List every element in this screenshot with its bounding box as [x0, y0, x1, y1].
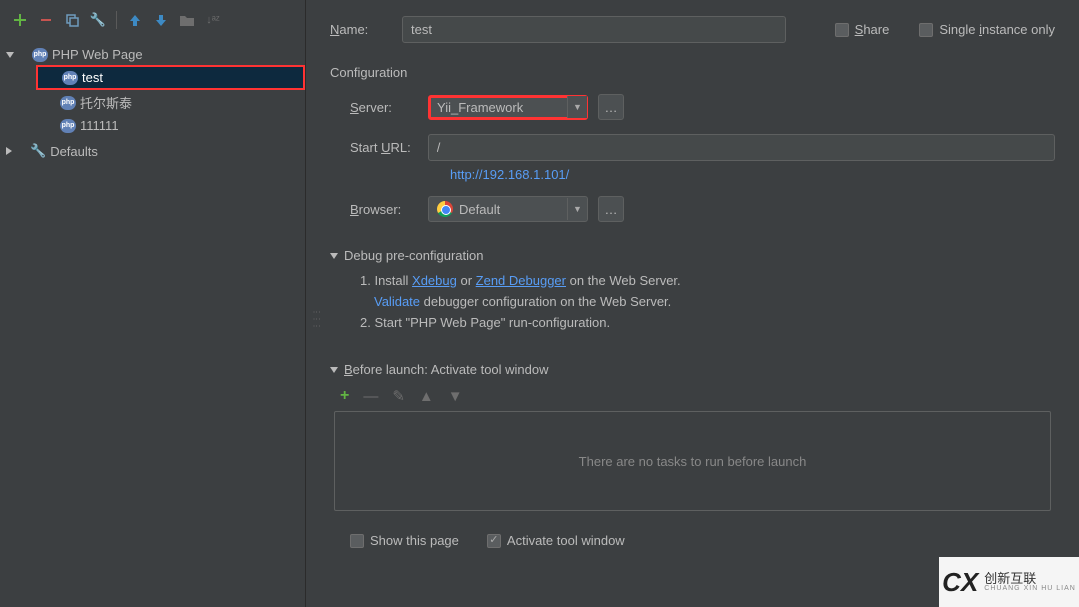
before-launch-toolbar: + — ✎ ▲ ▼	[340, 387, 1055, 405]
browser-more-button[interactable]: …	[598, 196, 624, 222]
chrome-icon	[437, 201, 453, 217]
name-input[interactable]	[402, 16, 786, 43]
tree-item-test[interactable]: php test	[36, 65, 305, 90]
folder-icon[interactable]	[179, 12, 195, 28]
share-label: Share	[855, 22, 890, 37]
chevron-down-icon: ▼	[567, 96, 587, 118]
php-icon: php	[60, 96, 76, 110]
server-more-button[interactable]: …	[598, 94, 624, 120]
tree-item-111111[interactable]: php 111111	[36, 115, 305, 136]
watermark-logo: CX	[942, 567, 978, 598]
server-select[interactable]: Yii_Framework ▼	[428, 95, 588, 120]
debug-validate-line: Validate debugger configuration on the W…	[374, 294, 1055, 309]
config-tree: php PHP Web Page php test php 托尔斯泰 php 1…	[0, 40, 305, 607]
before-launch-title: Before launch: Activate tool window	[344, 362, 549, 377]
configuration-title: Configuration	[330, 65, 1055, 80]
remove-icon[interactable]	[38, 12, 54, 28]
sidebar: 🔧 ↓ᵃᶻ php PHP Web Page php test php	[0, 0, 306, 607]
resolved-url: http://192.168.1.101/	[450, 167, 1055, 182]
tree-item-label: 托尔斯泰	[80, 93, 132, 112]
activate-tool-checkbox[interactable]: Activate tool window	[487, 533, 625, 548]
checkbox-icon	[919, 23, 933, 37]
drag-handle-icon[interactable]: ⋮⋮⋮	[312, 308, 321, 329]
tree-item-label: 111111	[80, 118, 119, 133]
copy-icon[interactable]	[64, 12, 80, 28]
browser-value: Default	[459, 202, 555, 217]
add-icon[interactable]	[12, 12, 28, 28]
debug-steps-list: 1. Install Xdebug or Zend Debugger on th…	[360, 273, 1055, 336]
expand-icon	[6, 147, 12, 155]
separator	[116, 11, 117, 29]
debug-step-2: 2. Start "PHP Web Page" run-configuratio…	[360, 315, 1055, 330]
tree-root-label: PHP Web Page	[52, 47, 143, 62]
debug-preconfig-title: Debug pre-configuration	[344, 248, 483, 263]
php-icon: php	[62, 71, 78, 85]
before-launch-header[interactable]: Before launch: Activate tool window	[330, 362, 1055, 377]
no-tasks-text: There are no tasks to run before launch	[579, 454, 807, 469]
php-icon: php	[60, 119, 76, 133]
activate-tool-label: Activate tool window	[507, 533, 625, 548]
watermark-brand: 创新互联	[984, 573, 1076, 585]
watermark-sub: CHUANG XIN HU LIAN	[984, 585, 1076, 592]
move-down-icon[interactable]	[153, 12, 169, 28]
single-instance-checkbox[interactable]: Single instance only	[919, 22, 1055, 37]
validate-link[interactable]: Validate	[374, 294, 420, 309]
wrench-icon: 🔧	[30, 143, 46, 159]
start-url-input[interactable]	[428, 134, 1055, 161]
main-panel: Name: Share Single instance only Configu…	[306, 0, 1079, 607]
sort-icon[interactable]: ↓ᵃᶻ	[205, 12, 221, 28]
checkbox-icon	[350, 534, 364, 548]
move-task-up-icon[interactable]: ▲	[419, 388, 434, 405]
collapse-icon	[330, 253, 338, 259]
tree-item-label: test	[82, 70, 103, 85]
browser-label: Browser:	[350, 202, 418, 217]
tree-defaults[interactable]: 🔧 Defaults	[0, 140, 305, 162]
zend-debugger-link[interactable]: Zend Debugger	[476, 273, 566, 288]
watermark: CX 创新互联 CHUANG XIN HU LIAN	[939, 557, 1079, 607]
collapse-icon	[330, 367, 338, 373]
tree-item-tolstoy[interactable]: php 托尔斯泰	[36, 90, 305, 115]
server-value: Yii_Framework	[437, 100, 555, 115]
checkbox-icon	[487, 534, 501, 548]
edit-task-icon[interactable]: ✎	[392, 387, 405, 405]
config-toolbar: 🔧 ↓ᵃᶻ	[0, 0, 305, 40]
expand-icon	[6, 52, 14, 58]
checkbox-icon	[835, 23, 849, 37]
chevron-down-icon: ▼	[567, 198, 587, 220]
tasks-empty-box: There are no tasks to run before launch	[334, 411, 1051, 511]
settings-icon[interactable]: 🔧	[90, 12, 106, 28]
name-label: Name:	[330, 22, 390, 37]
debug-step-1: 1. Install Xdebug or Zend Debugger on th…	[360, 273, 1055, 288]
debug-preconfig-header[interactable]: Debug pre-configuration	[330, 248, 1055, 263]
browser-select[interactable]: Default ▼	[428, 196, 588, 222]
php-icon: php	[32, 48, 48, 62]
move-task-down-icon[interactable]: ▼	[448, 388, 463, 405]
move-up-icon[interactable]	[127, 12, 143, 28]
show-this-page-checkbox[interactable]: Show this page	[350, 533, 459, 548]
start-url-label: Start URL:	[350, 140, 418, 155]
show-this-page-label: Show this page	[370, 533, 459, 548]
single-instance-label: Single instance only	[939, 22, 1055, 37]
tree-root-php-web-page[interactable]: php PHP Web Page	[0, 44, 305, 65]
remove-task-icon[interactable]: —	[363, 388, 378, 405]
share-checkbox[interactable]: Share	[835, 22, 890, 37]
tree-defaults-label: Defaults	[50, 144, 98, 159]
xdebug-link[interactable]: Xdebug	[412, 273, 457, 288]
add-task-icon[interactable]: +	[340, 387, 349, 405]
server-label: Server:	[350, 100, 418, 115]
